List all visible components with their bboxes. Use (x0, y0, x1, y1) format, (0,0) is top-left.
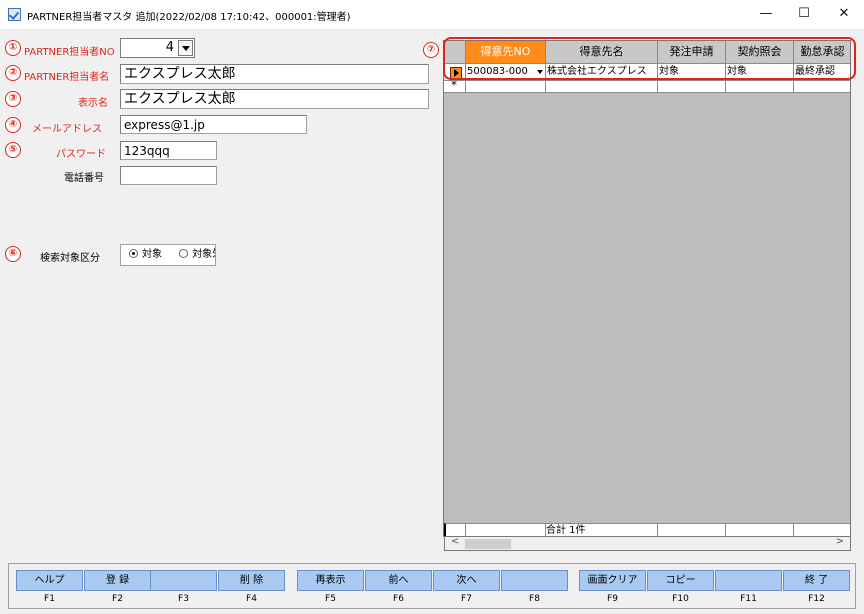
badge-2: ② (5, 65, 21, 81)
customer-grid: 得意先NO 得意先名 発注申請 契約照会 勤怠承認 500083-000 株式会… (443, 40, 851, 537)
phone-field[interactable] (120, 166, 217, 185)
badge-4: ④ (5, 117, 21, 133)
display-name-field[interactable]: エクスプレス太郎 (120, 89, 429, 109)
total-cell (794, 523, 850, 536)
radio-target[interactable] (129, 249, 138, 258)
radio-target-label: 対象 (142, 249, 162, 260)
refresh-button[interactable]: 再表示 (297, 570, 364, 591)
window-title: PARTNER担当者マスタ 追加(2022/02/08 17:10:42、000… (27, 12, 351, 23)
search-target-options: 対象 対象外 (120, 244, 216, 266)
app-icon (8, 8, 21, 21)
scrollbar-thumb[interactable] (465, 539, 511, 549)
scroll-left-icon[interactable]: < (451, 536, 459, 547)
new-row-cell[interactable] (794, 81, 850, 93)
clear-screen-button[interactable]: 画面クリア (579, 570, 646, 591)
new-row-cell[interactable] (466, 81, 546, 93)
function-key-number: F5 (325, 594, 336, 604)
horizontal-scrollbar[interactable]: < > (444, 536, 851, 551)
maximize-button[interactable]: ☐ (789, 4, 819, 24)
function-key-number: F4 (246, 594, 257, 604)
function-key-number: F7 (461, 594, 472, 604)
partner-no-label: PARTNER担当者NO (24, 47, 115, 58)
new-row-icon: * (451, 81, 457, 92)
partner-no-value: 4 (165, 40, 174, 55)
badge-5: ⑤ (5, 142, 21, 158)
chevron-down-icon[interactable] (537, 70, 543, 74)
column-header-order-request[interactable]: 発注申請 (658, 41, 726, 64)
minimize-button[interactable]: — (751, 4, 781, 24)
new-row-selector[interactable]: * (444, 81, 466, 93)
grid-corner (444, 41, 466, 64)
f8-blank-button[interactable] (501, 570, 568, 591)
function-key-number: F1 (44, 594, 55, 604)
new-row-cell[interactable] (546, 81, 658, 93)
badge-1: ① (5, 40, 21, 56)
radio-non-target[interactable] (179, 249, 189, 258)
cell-customer-name[interactable]: 株式会社エクスプレス (546, 64, 658, 81)
total-cell (726, 523, 794, 536)
current-row-icon (450, 67, 462, 79)
function-key-number: F12 (808, 594, 825, 604)
total-selector (444, 523, 466, 536)
function-key-number: F9 (607, 594, 618, 604)
new-row-cell[interactable] (726, 81, 794, 93)
email-label: メールアドレス (32, 124, 102, 135)
password-field[interactable]: 123qqq (120, 141, 217, 160)
phone-label: 電話番号 (64, 173, 104, 184)
f3-blank-button[interactable] (150, 570, 217, 591)
password-label: パスワード (56, 149, 106, 160)
exit-button[interactable]: 終 了 (783, 570, 850, 591)
column-header-attendance-approval[interactable]: 勤怠承認 (794, 41, 850, 64)
copy-button[interactable]: コピー (647, 570, 714, 591)
row-selector[interactable] (444, 64, 466, 81)
badge-6: ⑥ (5, 246, 21, 262)
cell-attendance-approval[interactable]: 最終承認 (794, 64, 850, 81)
close-button[interactable]: ✕ (829, 4, 859, 24)
function-key-number: F11 (740, 594, 757, 604)
column-header-customer-name[interactable]: 得意先名 (546, 41, 658, 64)
column-header-contract-inquiry[interactable]: 契約照会 (726, 41, 794, 64)
function-key-number: F3 (178, 594, 189, 604)
badge-3: ③ (5, 91, 21, 107)
f11-blank-button[interactable] (715, 570, 782, 591)
function-key-number: F8 (529, 594, 540, 604)
chevron-down-icon[interactable] (178, 40, 193, 56)
help-button[interactable]: ヘルプ (16, 570, 83, 591)
function-key-number: F10 (672, 594, 689, 604)
partner-no-combo[interactable]: 4 (120, 38, 195, 58)
cell-contract-inquiry[interactable]: 対象 (726, 64, 794, 81)
cell-order-request[interactable]: 対象 (658, 64, 726, 81)
function-key-number: F2 (112, 594, 123, 604)
total-count: 合計 1件 (546, 523, 658, 536)
scroll-right-icon[interactable]: > (836, 536, 844, 547)
column-header-customer-no[interactable]: 得意先NO (466, 41, 546, 64)
delete-button[interactable]: 削 除 (218, 570, 285, 591)
title-bar: PARTNER担当者マスタ 追加(2022/02/08 17:10:42、000… (0, 0, 864, 30)
email-field[interactable]: express@1.jp (120, 115, 307, 134)
next-button[interactable]: 次へ (433, 570, 500, 591)
new-row-cell[interactable] (658, 81, 726, 93)
total-cell (658, 523, 726, 536)
partner-name-field[interactable]: エクスプレス太郎 (120, 64, 429, 84)
total-cell (466, 523, 546, 536)
previous-button[interactable]: 前へ (365, 570, 432, 591)
search-target-label: 検索対象区分 (40, 253, 100, 264)
partner-name-label: PARTNER担当者名 (24, 72, 110, 83)
function-key-number: F6 (393, 594, 404, 604)
badge-7: ⑦ (423, 42, 439, 58)
display-name-label: 表示名 (78, 98, 108, 109)
cell-customer-no[interactable]: 500083-000 (466, 64, 546, 81)
register-button[interactable]: 登 録 (84, 570, 151, 591)
radio-non-target-label: 対象外 (192, 249, 215, 260)
